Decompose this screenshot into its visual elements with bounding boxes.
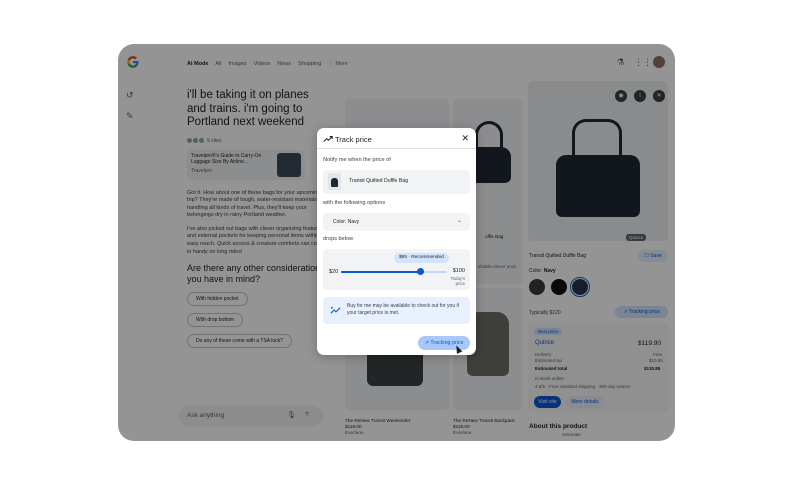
product-name: Transit Quilted Duffle Bag xyxy=(349,178,409,184)
price-slider[interactable] xyxy=(341,268,447,275)
trending-up-icon xyxy=(323,136,333,142)
tracking-price-button[interactable]: ↗ Tracking price xyxy=(418,336,470,350)
track-price-dialog: Track price ✕ Notify me when the price o… xyxy=(317,128,476,355)
product-thumbnail xyxy=(328,173,341,190)
dialog-title: Track price xyxy=(335,135,372,144)
color-select[interactable]: Color: Navy ⌄ xyxy=(323,213,470,231)
close-icon[interactable]: ✕ xyxy=(461,133,469,144)
slider-fill xyxy=(341,271,421,273)
drops-below-label: drops below xyxy=(323,236,354,242)
price-trend-icon xyxy=(330,306,341,314)
recommended-price-chip: $95 · Recommended xyxy=(394,253,449,263)
divider xyxy=(317,148,476,149)
options-label: with the following options xyxy=(323,200,386,206)
buy-for-me-text: Buy for me may be available to check out… xyxy=(347,303,459,316)
buy-for-me-info: Buy for me may be available to check out… xyxy=(323,297,470,324)
slider-max-label: $100 xyxy=(452,268,465,274)
notify-label: Notify me when the price of xyxy=(323,157,391,163)
price-slider-box: $95 · Recommended $20 $100 Today's price xyxy=(323,249,470,290)
slider-thumb[interactable] xyxy=(417,268,424,275)
chevron-down-icon: ⌄ xyxy=(456,218,462,224)
slider-min-label: $20 xyxy=(329,269,339,275)
color-select-value: Color: Navy xyxy=(333,219,360,225)
product-row: Transit Quilted Duffle Bag xyxy=(323,170,470,194)
todays-price-label: Today's price xyxy=(450,276,465,286)
